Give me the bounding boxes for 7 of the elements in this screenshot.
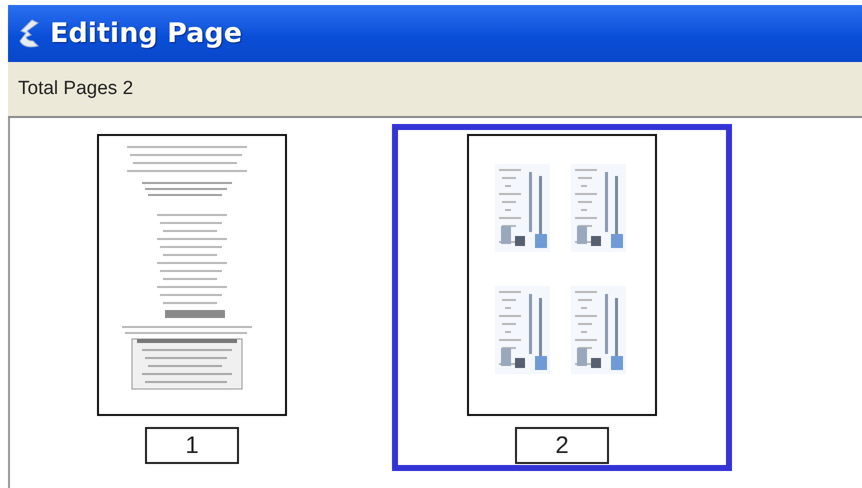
page-number: 2 (515, 427, 609, 464)
page-item[interactable]: 2 (392, 124, 732, 471)
page-number: 1 (145, 427, 239, 464)
curl-icon (18, 18, 40, 48)
page-item[interactable]: 1 (22, 124, 362, 471)
window-title: Editing Page (50, 18, 242, 49)
page-count: Total Pages 2 (18, 78, 134, 100)
